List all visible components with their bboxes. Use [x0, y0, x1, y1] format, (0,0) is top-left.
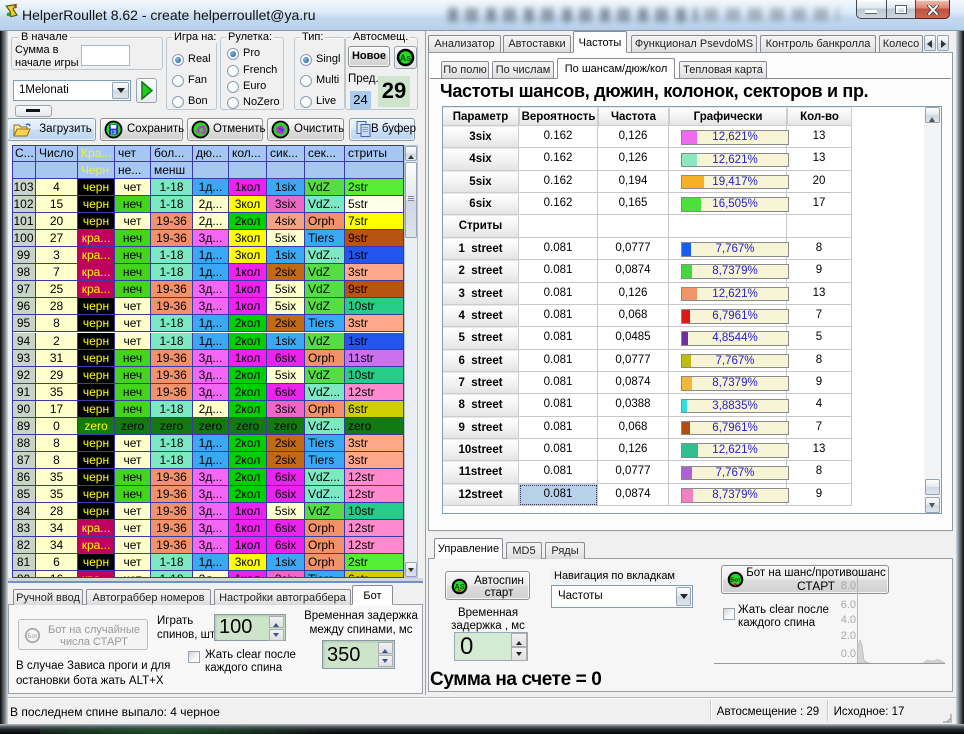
svg-text:Бот: Бот — [27, 633, 37, 640]
svg-text:As: As — [400, 53, 412, 63]
svg-text:Бот: Бот — [730, 578, 741, 584]
